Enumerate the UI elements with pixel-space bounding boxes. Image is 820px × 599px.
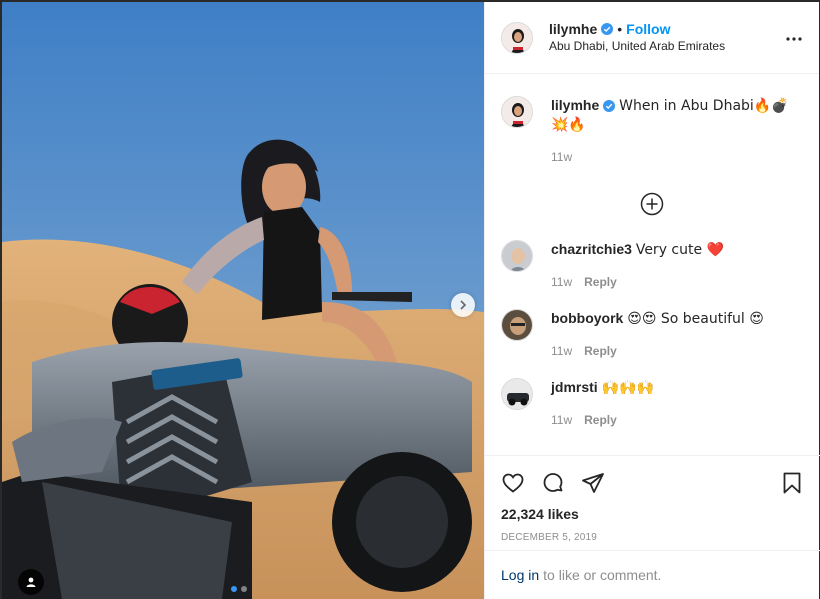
caption-timestamp[interactable]: 11w (551, 148, 572, 166)
avatar-image (502, 379, 532, 409)
author-avatar[interactable] (501, 21, 533, 54)
reply-button[interactable]: Reply (584, 273, 617, 291)
post-caption: lilymhe When in Abu Dhabi🔥💣💥🔥 11w (501, 96, 803, 166)
post-photo[interactable] (2, 2, 484, 599)
login-link[interactable]: Log in (501, 567, 539, 583)
login-prompt-text: to like or comment. (543, 567, 662, 583)
avatar-image (502, 97, 532, 127)
login-prompt: Log in to like or comment. (485, 550, 820, 599)
photo-illustration (2, 2, 484, 599)
post-location[interactable]: Abu Dhabi, United Arab Emirates (549, 38, 725, 55)
comment-icon[interactable] (541, 471, 565, 495)
carousel-dot (241, 586, 247, 592)
post-header: lilymhe • Follow Abu Dhabi, United Arab … (485, 2, 819, 74)
user-tag-button[interactable] (18, 569, 44, 595)
comment-timestamp[interactable]: 11w (551, 342, 572, 360)
comment-text: 🙌🙌🙌 (601, 380, 654, 396)
likes-count[interactable]: 22,324 likes (501, 506, 804, 522)
comment-item: jdmrsti 🙌🙌🙌 11w Reply (501, 378, 803, 429)
comment-username[interactable]: chazritchie3 (551, 241, 632, 257)
header-info: lilymhe • Follow Abu Dhabi, United Arab … (549, 21, 725, 55)
next-image-button[interactable] (451, 293, 475, 317)
action-icons (501, 456, 804, 504)
post-actions: 22,324 likes DECEMBER 5, 2019 (485, 455, 820, 543)
avatar-image (502, 241, 532, 271)
comment-item: chazritchie3 Very cute ❤️ 11w Reply (501, 240, 803, 291)
carousel-indicator (231, 586, 247, 592)
commenter-avatar[interactable] (501, 309, 533, 341)
plus-circle-icon (640, 192, 664, 216)
caption-username[interactable]: lilymhe (551, 97, 599, 113)
commenter-avatar[interactable] (501, 378, 533, 410)
comment-text: 😍😍 So beautiful 😍 (627, 311, 764, 327)
instagram-post-window: lilymhe • Follow Abu Dhabi, United Arab … (0, 0, 820, 599)
comment-item: bobboyork 😍😍 So beautiful 😍 11w Reply (501, 309, 803, 360)
caption-author-avatar[interactable] (501, 96, 533, 128)
header-separator: • (617, 20, 623, 37)
reply-button[interactable]: Reply (584, 342, 617, 360)
bookmark-icon[interactable] (780, 471, 804, 495)
avatar-image (502, 310, 532, 340)
caption-meta: 11w (551, 148, 803, 166)
commenter-avatar[interactable] (501, 240, 533, 272)
heart-icon[interactable] (501, 471, 525, 495)
verified-badge-icon (601, 23, 614, 35)
author-username[interactable]: lilymhe (549, 21, 597, 38)
comment-username[interactable]: bobboyork (551, 310, 623, 326)
avatar-image (502, 22, 532, 53)
load-more-comments-button[interactable] (640, 192, 664, 216)
post-details-panel: lilymhe • Follow Abu Dhabi, United Arab … (484, 2, 820, 599)
comment-timestamp[interactable]: 11w (551, 273, 572, 291)
verified-badge-icon (603, 100, 616, 113)
reply-button[interactable]: Reply (584, 411, 617, 429)
carousel-dot (231, 586, 237, 592)
user-tag-icon (26, 577, 36, 587)
comment-text: Very cute ❤️ (635, 242, 724, 258)
comment-timestamp[interactable]: 11w (551, 411, 572, 429)
post-date[interactable]: DECEMBER 5, 2019 (501, 532, 804, 543)
comments-section: lilymhe When in Abu Dhabi🔥💣💥🔥 11w chazri… (485, 74, 819, 454)
share-icon[interactable] (581, 471, 605, 495)
chevron-right-icon (460, 300, 467, 310)
follow-button[interactable]: Follow (626, 21, 670, 38)
more-options-icon[interactable] (785, 30, 803, 48)
caption-body: lilymhe When in Abu Dhabi🔥💣💥🔥 11w (551, 96, 803, 166)
comment-username[interactable]: jdmrsti (551, 379, 598, 395)
